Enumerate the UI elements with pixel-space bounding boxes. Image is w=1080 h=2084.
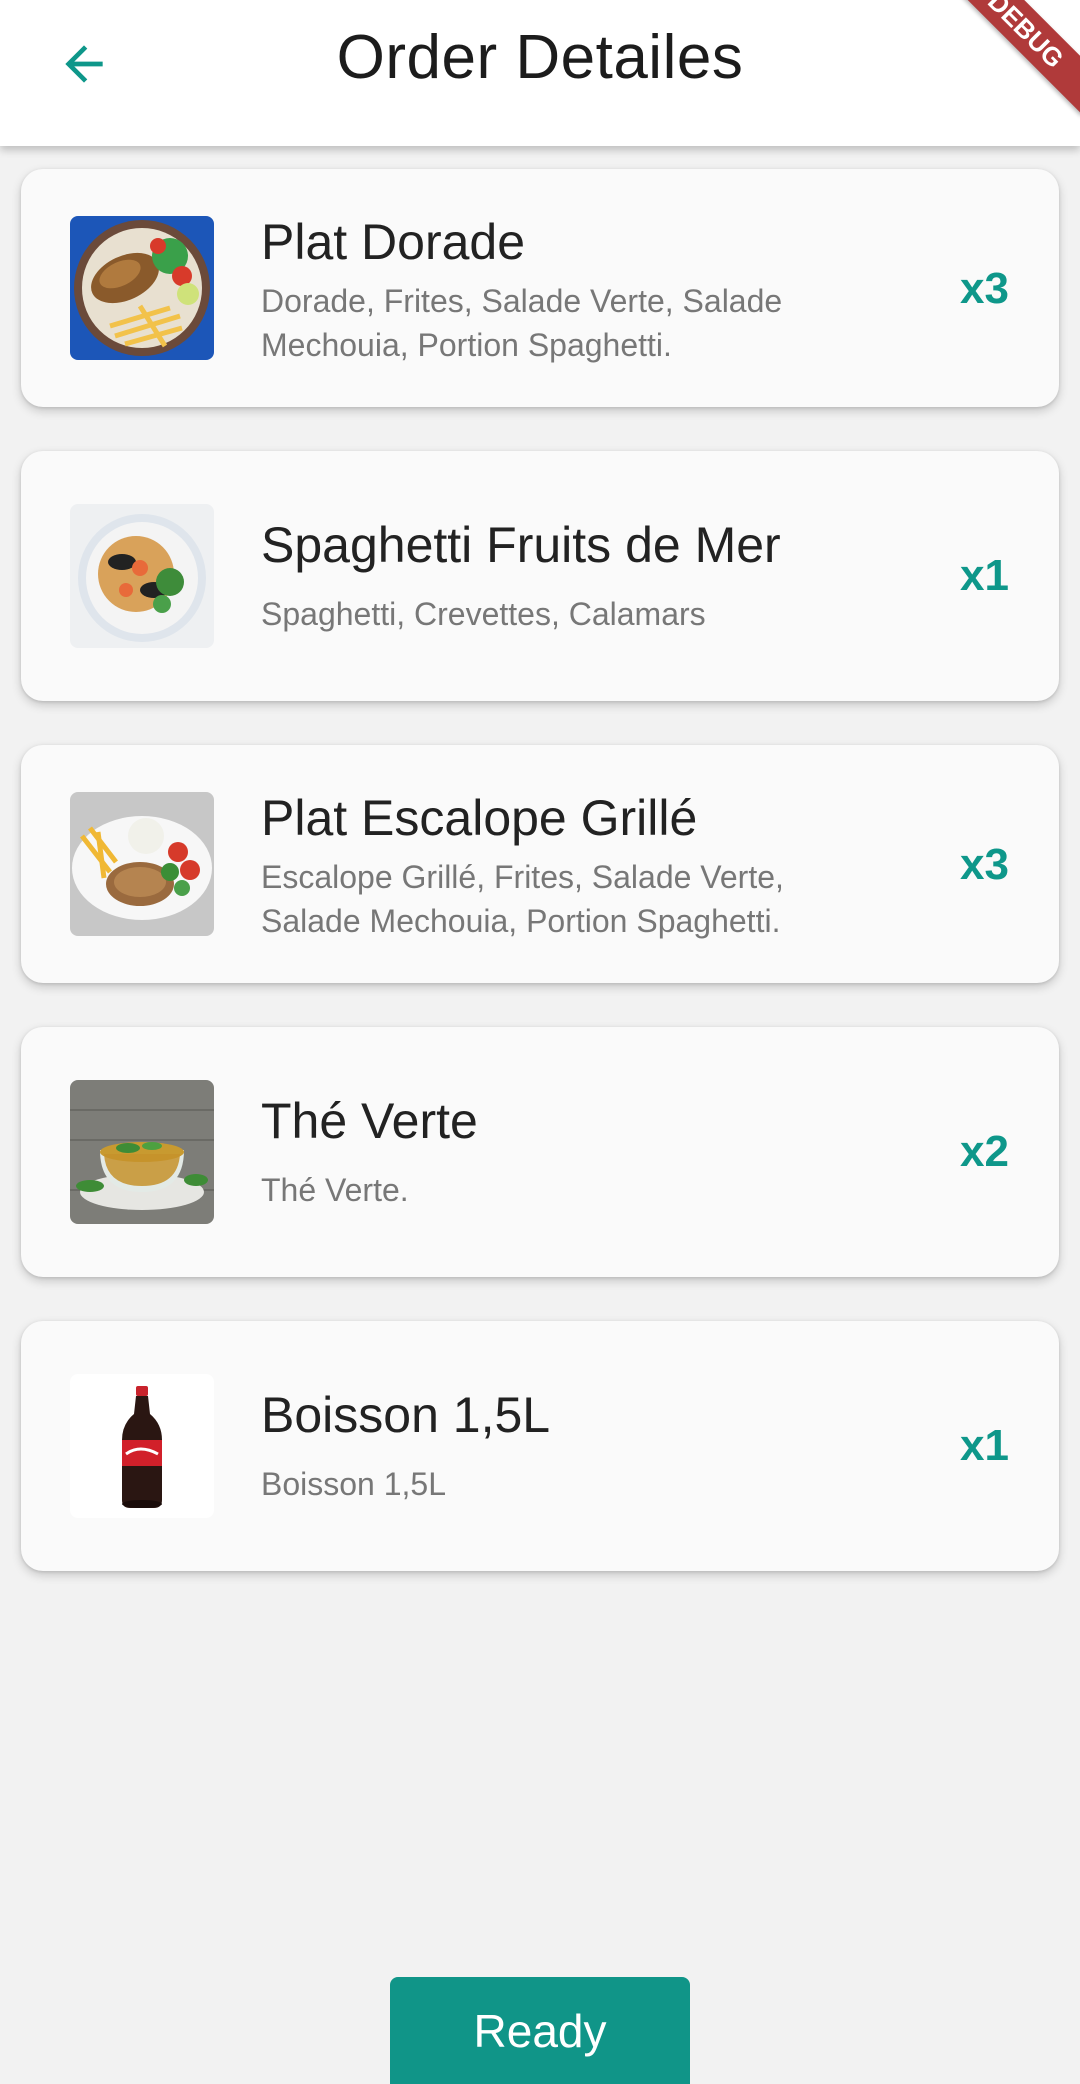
seafood-pasta-icon — [70, 504, 214, 648]
order-item-card[interactable]: Spaghetti Fruits de Mer Spaghetti, Creve… — [21, 451, 1059, 701]
item-description: Thé Verte. — [261, 1172, 409, 1208]
order-item-card[interactable]: Boisson 1,5L Boisson 1,5L x1 — [21, 1321, 1059, 1571]
green-tea-cup-icon — [70, 1080, 214, 1224]
item-quantity: x3 — [960, 264, 1009, 313]
order-item-card[interactable]: Plat Escalope Grillé Escalope Grillé, Fr… — [21, 745, 1059, 983]
item-quantity: x1 — [960, 551, 1009, 600]
page-title: Order Detailes — [336, 23, 744, 92]
order-item-card[interactable]: Plat Dorade Dorade, Frites, Salade Verte… — [21, 169, 1059, 407]
item-name: Plat Escalope Grillé — [261, 790, 698, 846]
ready-button[interactable]: Ready — [390, 1977, 690, 2084]
item-description: Escalope Grillé, Frites, Salade Verte, S… — [261, 859, 784, 939]
item-quantity: x2 — [960, 1127, 1009, 1176]
item-name: Plat Dorade — [261, 214, 526, 270]
item-quantity: x3 — [960, 840, 1009, 889]
item-name: Boisson 1,5L — [261, 1387, 551, 1443]
app-bar: Order Detailes — [0, 0, 1080, 146]
grilled-fish-plate-icon — [70, 216, 214, 360]
item-name: Spaghetti Fruits de Mer — [261, 517, 781, 573]
grilled-escalope-plate-icon — [70, 792, 214, 936]
item-description: Boisson 1,5L — [261, 1466, 447, 1502]
order-item-card[interactable]: Thé Verte Thé Verte. x2 — [21, 1027, 1059, 1277]
item-description: Dorade, Frites, Salade Verte, Salade Mec… — [261, 283, 783, 363]
soda-bottle-icon — [70, 1374, 214, 1518]
item-quantity: x1 — [960, 1421, 1009, 1470]
item-description: Spaghetti, Crevettes, Calamars — [261, 596, 706, 632]
item-name: Thé Verte — [261, 1093, 478, 1149]
